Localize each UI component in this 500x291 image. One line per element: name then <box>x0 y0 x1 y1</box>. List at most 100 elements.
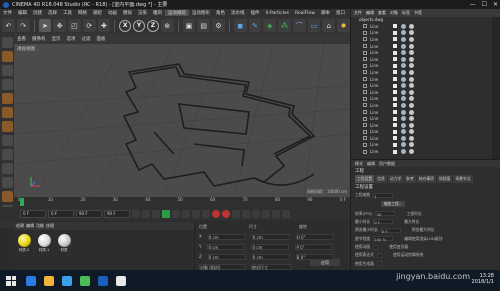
phong-tag-icon[interactable] <box>401 23 406 29</box>
object-list-item[interactable]: Line <box>351 135 500 142</box>
objects-menu-tags[interactable]: 标签 <box>402 10 410 16</box>
visibility-toggle[interactable] <box>393 50 397 55</box>
material-swatch[interactable]: 材质 <box>56 234 72 253</box>
rotation-key-icon[interactable] <box>262 210 270 218</box>
lock-z-axis-button[interactable]: Z <box>146 19 159 32</box>
render-settings-icon[interactable]: ⚙ <box>212 19 225 32</box>
material-tag-icon[interactable] <box>409 149 414 155</box>
menu-realflow[interactable]: RealFlow <box>292 11 318 16</box>
visibility-toggle[interactable] <box>393 70 397 75</box>
phong-tag-icon[interactable] <box>401 83 406 89</box>
menu-file[interactable]: 文件 <box>0 10 15 16</box>
menu-select[interactable]: 选择 <box>45 10 60 16</box>
visibility-toggle[interactable] <box>393 24 397 29</box>
phong-tag-icon[interactable] <box>401 63 406 69</box>
rotate-tool-icon[interactable]: ⟳ <box>82 19 96 32</box>
material-swatch[interactable]: 材质.1 <box>36 234 52 253</box>
tab-dynamics[interactable]: 动力学 <box>387 175 404 183</box>
menu-motion-tracker[interactable]: 运动跟踪 <box>165 10 189 16</box>
fps-field[interactable]: 30 <box>375 211 396 217</box>
material-menu-function[interactable]: 功能 <box>36 223 44 229</box>
material-tag-icon[interactable] <box>409 83 414 89</box>
tab-key-interpolation[interactable]: 帧插值 <box>436 175 453 183</box>
perspective-viewport[interactable]: 透视视图 网格间距：10000 cm <box>14 44 350 197</box>
material-tag-icon[interactable] <box>409 36 414 42</box>
redo-icon[interactable]: ↷ <box>16 19 30 32</box>
visibility-toggle[interactable] <box>393 37 397 42</box>
material-tag-icon[interactable] <box>409 109 414 115</box>
material-menu-edit[interactable]: 编辑 <box>26 223 34 229</box>
make-editable-icon[interactable] <box>1 37 13 48</box>
point-level-icon[interactable] <box>282 210 290 218</box>
material-tag-icon[interactable] <box>409 56 414 62</box>
object-list-item[interactable]: Line <box>351 69 500 76</box>
phong-tag-icon[interactable] <box>401 122 406 128</box>
phong-tag-icon[interactable] <box>401 96 406 102</box>
objects-menu-edit[interactable]: 编辑 <box>366 10 374 16</box>
record-key-icon[interactable] <box>212 210 220 218</box>
rotation-p-field[interactable]: P 0° <box>295 244 334 250</box>
taskbar-app-icon[interactable] <box>116 275 126 286</box>
menu-snap[interactable]: 捕捉 <box>90 10 105 16</box>
visibility-toggle[interactable] <box>393 149 397 154</box>
visibility-toggle[interactable] <box>393 110 397 115</box>
scale-tool-icon[interactable]: ◰ <box>68 19 81 32</box>
object-list-item[interactable]: Line <box>351 43 500 50</box>
folder-icon[interactable] <box>44 275 54 286</box>
objects-menu-bookmarks[interactable]: 书签 <box>414 10 422 16</box>
object-list-item[interactable]: Line <box>351 109 500 116</box>
attr-menu-user-data[interactable]: 用户数据 <box>379 161 395 167</box>
points-mode-icon[interactable] <box>1 93 13 104</box>
lock-x-axis-button[interactable]: X <box>119 19 132 32</box>
phong-tag-icon[interactable] <box>401 69 406 75</box>
position-z-field[interactable]: 0 cm <box>207 254 246 260</box>
end-frame-field[interactable]: 90 F <box>76 210 102 218</box>
material-tag-icon[interactable] <box>409 50 414 56</box>
phong-tag-icon[interactable] <box>401 76 406 82</box>
phong-tag-icon[interactable] <box>401 116 406 122</box>
menu-plugins[interactable]: 插件 <box>248 10 263 16</box>
menu-x-particles[interactable]: X-Particles <box>263 11 292 16</box>
material-tag-icon[interactable] <box>409 122 414 128</box>
lod-field[interactable]: 100 % <box>373 236 394 242</box>
next-frame-icon[interactable] <box>172 210 180 218</box>
use-animation-checkbox[interactable] <box>373 244 379 250</box>
menu-mesh[interactable]: 网格 <box>75 10 90 16</box>
current-frame-field[interactable]: 0 F <box>48 210 74 218</box>
play-icon[interactable] <box>162 210 170 218</box>
object-list-item[interactable]: Line <box>351 129 500 136</box>
objects-menu-view[interactable]: 查看 <box>378 10 386 16</box>
undo-icon[interactable]: ↶ <box>2 19 15 32</box>
rotation-h-field[interactable]: H 0° <box>295 234 334 240</box>
visibility-toggle[interactable] <box>393 44 397 49</box>
go-to-end-icon[interactable] <box>192 210 200 218</box>
timeline-ruler[interactable]: 0 10 20 30 40 50 60 70 80 90 0 F <box>14 197 350 207</box>
viewport-menu-cameras[interactable]: 摄像机 <box>29 36 49 42</box>
object-list-item[interactable]: Line <box>351 115 500 122</box>
position-y-field[interactable]: 0 cm <box>207 244 246 250</box>
menu-sculpt[interactable]: 雕刻 <box>150 10 165 16</box>
close-button[interactable]: ✕ <box>493 1 498 8</box>
browser-icon[interactable] <box>62 275 72 286</box>
use-generators-checkbox[interactable] <box>376 261 382 267</box>
phong-tag-icon[interactable] <box>401 149 406 155</box>
subdivision-surface-icon[interactable]: ◈ <box>263 19 277 32</box>
tab-project-settings[interactable]: 工程设置 <box>355 175 375 183</box>
visibility-toggle[interactable] <box>393 77 397 82</box>
phong-tag-icon[interactable] <box>401 30 406 36</box>
phong-tag-icon[interactable] <box>401 109 406 115</box>
visibility-toggle[interactable] <box>393 30 397 35</box>
material-tag-icon[interactable] <box>409 129 414 135</box>
edges-mode-icon[interactable] <box>1 107 13 118</box>
visibility-toggle[interactable] <box>393 129 397 134</box>
object-list-item[interactable]: Line <box>351 49 500 56</box>
viewport-menu-display[interactable]: 显示 <box>49 36 64 42</box>
texture-mode-icon[interactable] <box>1 65 13 76</box>
parameter-key-icon[interactable] <box>272 210 280 218</box>
viewport-menu-view[interactable]: 查看 <box>14 36 29 42</box>
go-to-start-icon[interactable] <box>132 210 140 218</box>
axis-mode-icon[interactable] <box>1 135 13 146</box>
loop-icon[interactable] <box>202 210 210 218</box>
scale-project-button[interactable]: 缩放工程... <box>381 201 405 208</box>
material-tag-icon[interactable] <box>409 69 414 75</box>
